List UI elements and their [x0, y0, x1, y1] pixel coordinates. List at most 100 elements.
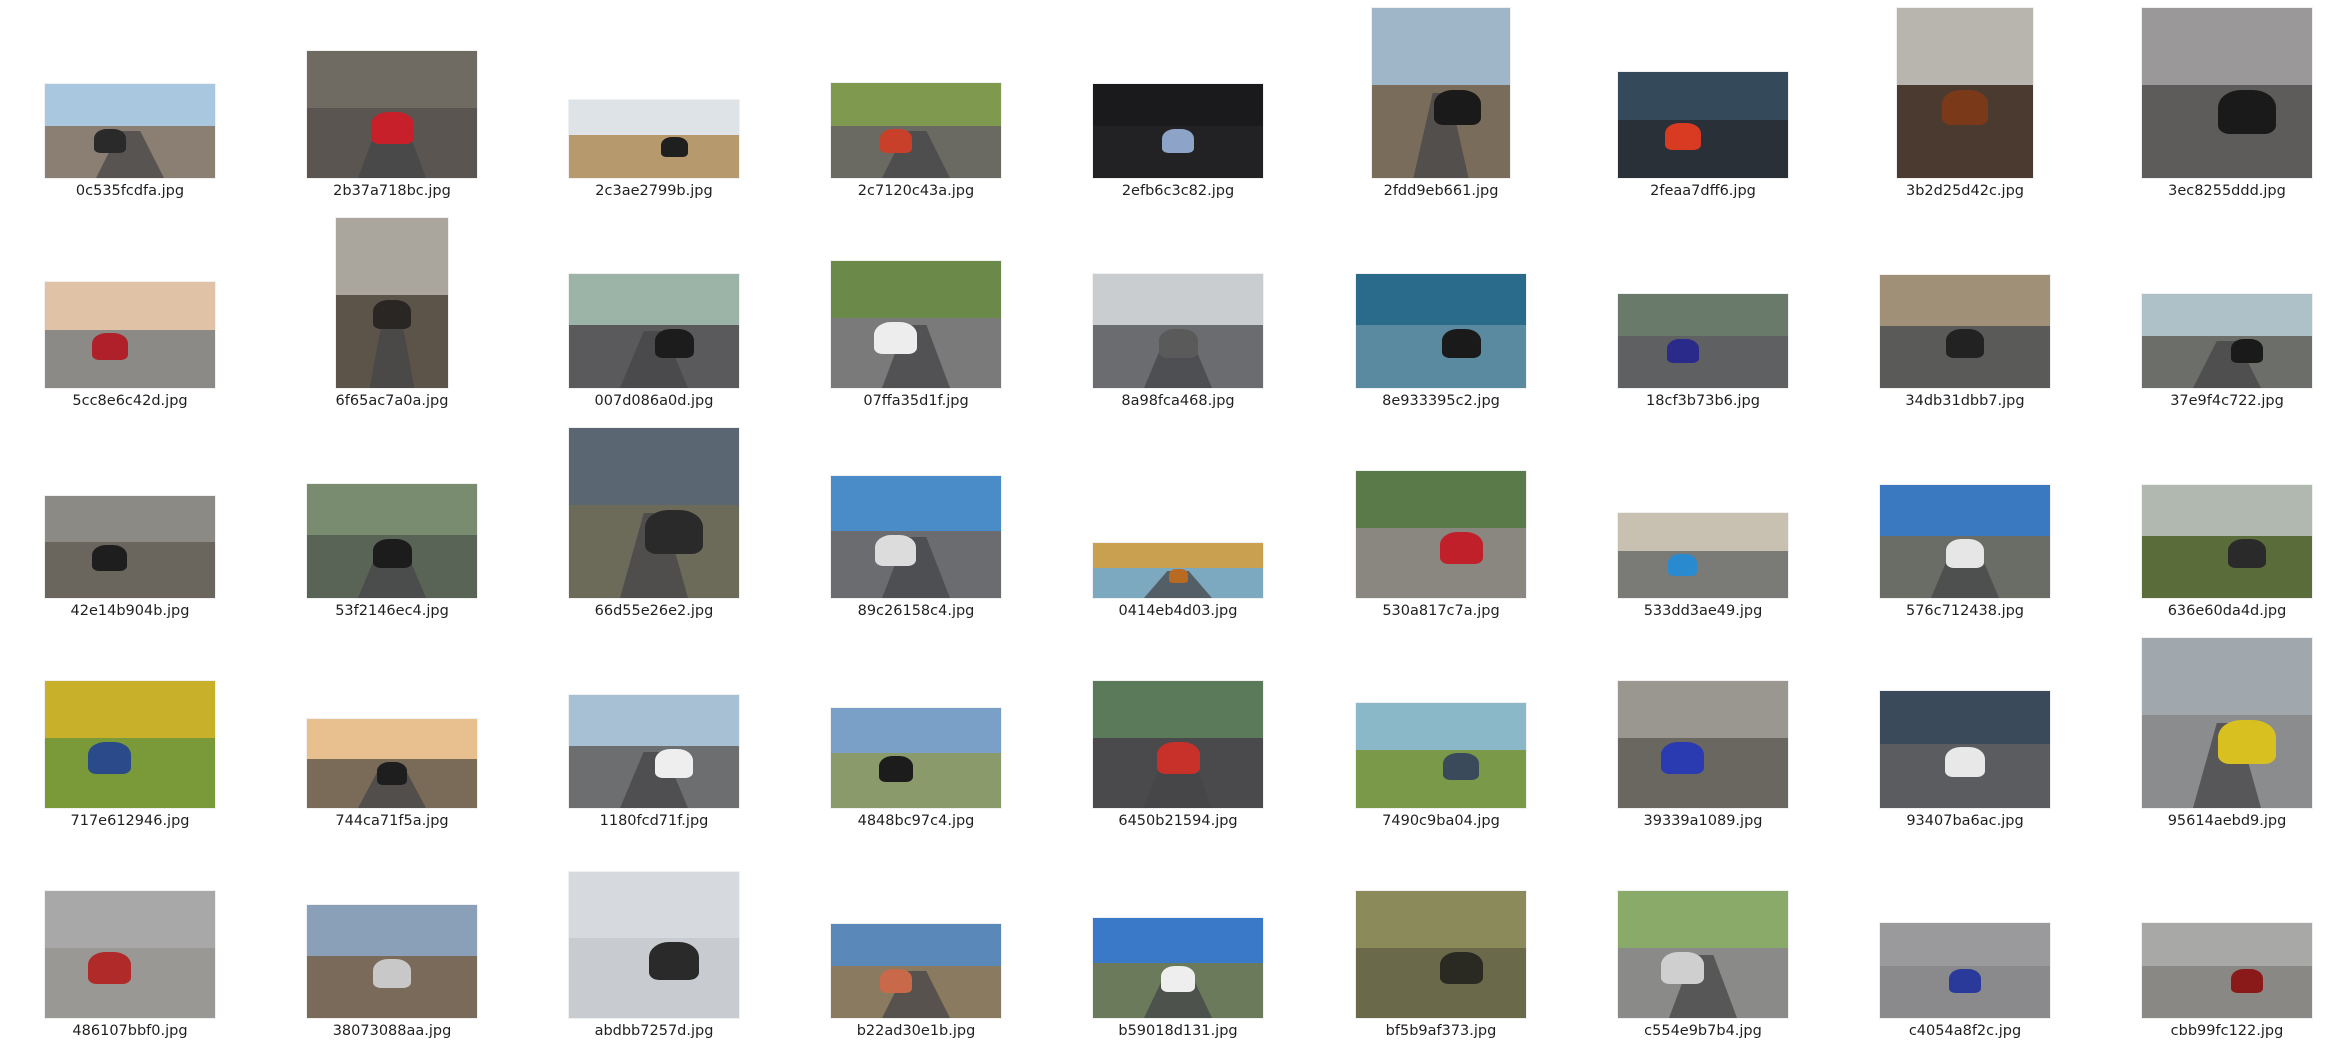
file-item[interactable]: 66d55e26e2.jpg — [524, 420, 784, 620]
image-thumbnail[interactable] — [569, 695, 739, 808]
file-name-label: 2c3ae2799b.jpg — [595, 183, 713, 199]
image-thumbnail[interactable] — [1356, 471, 1526, 598]
file-item[interactable]: 7490c9ba04.jpg — [1311, 630, 1571, 830]
image-thumbnail[interactable] — [45, 84, 215, 178]
image-thumbnail[interactable] — [831, 83, 1001, 178]
image-thumbnail[interactable] — [1093, 274, 1263, 388]
image-thumbnail[interactable] — [307, 719, 477, 808]
image-thumbnail[interactable] — [1093, 681, 1263, 808]
file-item[interactable]: 576c712438.jpg — [1835, 420, 2095, 620]
file-item[interactable]: 53f2146ec4.jpg — [262, 420, 522, 620]
file-item[interactable]: 744ca71f5a.jpg — [262, 630, 522, 830]
image-thumbnail[interactable] — [569, 428, 739, 598]
file-item[interactable]: 4848bc97c4.jpg — [786, 630, 1046, 830]
file-item[interactable]: 486107bbf0.jpg — [0, 840, 260, 1040]
file-item[interactable]: 42e14b904b.jpg — [0, 420, 260, 620]
image-thumbnail[interactable] — [1880, 923, 2050, 1018]
file-item[interactable]: abdbb7257d.jpg — [524, 840, 784, 1040]
file-item[interactable]: 39339a1089.jpg — [1573, 630, 1833, 830]
image-thumbnail[interactable] — [45, 891, 215, 1018]
file-item[interactable]: 38073088aa.jpg — [262, 840, 522, 1040]
file-item[interactable]: 95614aebd9.jpg — [2097, 630, 2327, 830]
file-item[interactable]: 636e60da4d.jpg — [2097, 420, 2327, 620]
file-item[interactable]: 1180fcd71f.jpg — [524, 630, 784, 830]
image-thumbnail[interactable] — [1372, 8, 1510, 178]
image-thumbnail[interactable] — [831, 708, 1001, 808]
image-thumbnail[interactable] — [2142, 8, 2312, 178]
file-item[interactable]: c4054a8f2c.jpg — [1835, 840, 2095, 1040]
image-thumbnail[interactable] — [1880, 485, 2050, 598]
image-thumbnail[interactable] — [831, 476, 1001, 598]
file-item[interactable]: 0c535fcdfa.jpg — [0, 0, 260, 200]
file-item[interactable]: 530a817c7a.jpg — [1311, 420, 1571, 620]
image-thumbnail[interactable] — [1356, 703, 1526, 808]
image-thumbnail[interactable] — [2142, 638, 2312, 808]
file-item[interactable]: 2efb6c3c82.jpg — [1048, 0, 1308, 200]
image-thumbnail[interactable] — [1093, 543, 1263, 598]
file-name-label: 95614aebd9.jpg — [2167, 813, 2287, 829]
image-thumbnail[interactable] — [336, 218, 448, 388]
file-item[interactable]: 3b2d25d42c.jpg — [1835, 0, 2095, 200]
file-item[interactable]: 007d086a0d.jpg — [524, 210, 784, 410]
file-item[interactable]: 0414eb4d03.jpg — [1048, 420, 1308, 620]
image-thumbnail[interactable] — [1618, 681, 1788, 808]
file-item[interactable]: b59018d131.jpg — [1048, 840, 1308, 1040]
image-thumbnail[interactable] — [2142, 923, 2312, 1018]
file-name-label: 07ffa35d1f.jpg — [863, 393, 969, 409]
file-name-label: 4848bc97c4.jpg — [857, 813, 975, 829]
file-item[interactable]: 6f65ac7a0a.jpg — [262, 210, 522, 410]
image-thumbnail[interactable] — [1618, 891, 1788, 1018]
file-item[interactable]: 8e933395c2.jpg — [1311, 210, 1571, 410]
image-thumbnail[interactable] — [45, 282, 215, 388]
image-thumbnail[interactable] — [831, 924, 1001, 1018]
file-item[interactable]: 34db31dbb7.jpg — [1835, 210, 2095, 410]
file-icon-grid: 0c535fcdfa.jpg 2b37a718bc.jpg 2c3ae2799b.j… — [0, 0, 2327, 1039]
image-thumbnail[interactable] — [831, 261, 1001, 388]
file-item[interactable]: 07ffa35d1f.jpg — [786, 210, 1046, 410]
file-item[interactable]: 2c3ae2799b.jpg — [524, 0, 784, 200]
file-name-label: 37e9f4c722.jpg — [2170, 393, 2284, 409]
image-thumbnail[interactable] — [307, 484, 477, 598]
file-name-label: 53f2146ec4.jpg — [335, 603, 449, 619]
image-thumbnail[interactable] — [1880, 275, 2050, 388]
image-thumbnail[interactable] — [569, 872, 739, 1018]
file-item[interactable]: c554e9b7b4.jpg — [1573, 840, 1833, 1040]
file-item[interactable]: 2c7120c43a.jpg — [786, 0, 1046, 200]
file-item[interactable]: 533dd3ae49.jpg — [1573, 420, 1833, 620]
file-item[interactable]: 5cc8e6c42d.jpg — [0, 210, 260, 410]
file-item[interactable]: 3ec8255ddd.jpg — [2097, 0, 2327, 200]
image-thumbnail[interactable] — [2142, 485, 2312, 598]
image-thumbnail[interactable] — [1897, 8, 2033, 178]
file-name-label: 2b37a718bc.jpg — [333, 183, 451, 199]
file-item[interactable]: 93407ba6ac.jpg — [1835, 630, 2095, 830]
file-item[interactable]: 89c26158c4.jpg — [786, 420, 1046, 620]
image-thumbnail[interactable] — [45, 681, 215, 808]
image-thumbnail[interactable] — [1618, 72, 1788, 178]
file-name-label: 66d55e26e2.jpg — [594, 603, 714, 619]
file-item[interactable]: b22ad30e1b.jpg — [786, 840, 1046, 1040]
image-thumbnail[interactable] — [2142, 294, 2312, 388]
image-thumbnail[interactable] — [1618, 513, 1788, 598]
image-thumbnail[interactable] — [1618, 294, 1788, 388]
file-item[interactable]: 2fdd9eb661.jpg — [1311, 0, 1571, 200]
file-item[interactable]: 8a98fca468.jpg — [1048, 210, 1308, 410]
file-name-label: 3b2d25d42c.jpg — [1906, 183, 2024, 199]
image-thumbnail[interactable] — [1093, 918, 1263, 1018]
file-item[interactable]: 2feaa7dff6.jpg — [1573, 0, 1833, 200]
image-thumbnail[interactable] — [569, 274, 739, 388]
image-thumbnail[interactable] — [1356, 891, 1526, 1018]
file-item[interactable]: 6450b21594.jpg — [1048, 630, 1308, 830]
image-thumbnail[interactable] — [1880, 691, 2050, 808]
image-thumbnail[interactable] — [569, 100, 739, 178]
image-thumbnail[interactable] — [307, 51, 477, 178]
image-thumbnail[interactable] — [307, 905, 477, 1018]
file-item[interactable]: bf5b9af373.jpg — [1311, 840, 1571, 1040]
image-thumbnail[interactable] — [1093, 84, 1263, 178]
file-item[interactable]: 18cf3b73b6.jpg — [1573, 210, 1833, 410]
image-thumbnail[interactable] — [1356, 274, 1526, 388]
file-item[interactable]: cbb99fc122.jpg — [2097, 840, 2327, 1040]
image-thumbnail[interactable] — [45, 496, 215, 598]
file-item[interactable]: 37e9f4c722.jpg — [2097, 210, 2327, 410]
file-item[interactable]: 717e612946.jpg — [0, 630, 260, 830]
file-item[interactable]: 2b37a718bc.jpg — [262, 0, 522, 200]
